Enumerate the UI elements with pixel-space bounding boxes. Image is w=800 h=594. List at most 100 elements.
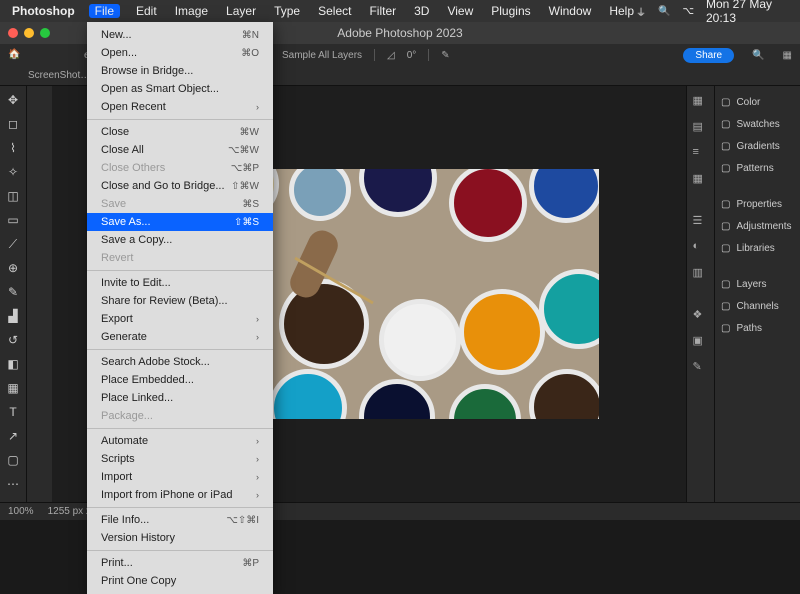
menu-item-print-one-copy[interactable]: Print One Copy xyxy=(87,572,273,590)
panel-color[interactable]: ▢Color xyxy=(721,94,794,110)
menu-item-open-as-smart-object[interactable]: Open as Smart Object... xyxy=(87,80,273,98)
menu-filter[interactable]: Filter xyxy=(367,4,398,18)
menu-item-file-info[interactable]: File Info...⌥⇧⌘I xyxy=(87,511,273,529)
menu-help[interactable]: Help xyxy=(607,4,636,18)
rail-swatches-icon[interactable]: ▤ xyxy=(693,120,709,136)
stamp-tool-icon[interactable]: ▟ xyxy=(5,308,21,324)
pressure-icon[interactable]: ✎ xyxy=(441,50,449,61)
tools-extra-column xyxy=(26,86,52,502)
menu-3d[interactable]: 3D xyxy=(412,4,431,18)
menu-item-place-linked[interactable]: Place Linked... xyxy=(87,389,273,407)
search-icon[interactable]: 🔍 xyxy=(752,50,764,61)
heal-tool-icon[interactable]: ⊕ xyxy=(5,260,21,276)
panel-paths[interactable]: ▢Paths xyxy=(721,320,794,336)
menu-item-place-embedded[interactable]: Place Embedded... xyxy=(87,371,273,389)
panel-adjustments[interactable]: ▢Adjustments xyxy=(721,218,794,234)
menu-image[interactable]: Image xyxy=(173,4,210,18)
menu-item-new[interactable]: New...⌘N xyxy=(87,26,273,44)
share-button[interactable]: Share xyxy=(683,48,734,63)
wifi-icon: ⏚ xyxy=(636,4,646,19)
rail-patterns-icon[interactable]: ▦ xyxy=(693,172,709,188)
history-brush-icon[interactable]: ↺ xyxy=(5,332,21,348)
gradients-icon: ▢ xyxy=(721,141,730,152)
gradient-tool-icon[interactable]: ▦ xyxy=(5,380,21,396)
eraser-tool-icon[interactable]: ◧ xyxy=(5,356,21,372)
patterns-icon: ▢ xyxy=(721,163,730,174)
menu-type[interactable]: Type xyxy=(272,4,302,18)
more-tools-icon[interactable]: ⋯ xyxy=(5,476,21,492)
menu-item-version-history[interactable]: Version History xyxy=(87,529,273,547)
wand-tool-icon[interactable]: ✧ xyxy=(5,164,21,180)
options-angle[interactable]: 0° xyxy=(407,50,417,61)
menu-item-share-for-review-beta[interactable]: Share for Review (Beta)... xyxy=(87,292,273,310)
menu-layer[interactable]: Layer xyxy=(224,4,258,18)
paint-cup xyxy=(539,269,599,349)
menu-item-generate[interactable]: Generate› xyxy=(87,328,273,346)
brush-tool-icon[interactable]: ✎ xyxy=(5,284,21,300)
menu-item-close[interactable]: Close⌘W xyxy=(87,123,273,141)
menu-item-close-all[interactable]: Close All⌥⌘W xyxy=(87,141,273,159)
menu-item-save: Save⌘S xyxy=(87,195,273,213)
path-tool-icon[interactable]: ↗ xyxy=(5,428,21,444)
panel-properties[interactable]: ▢Properties xyxy=(721,196,794,212)
menu-item-save-as[interactable]: Save As...⇧⌘S xyxy=(87,213,273,231)
panel-channels[interactable]: ▢Channels xyxy=(721,298,794,314)
panel-labels: ▢Color ▢Swatches ▢Gradients ▢Patterns ▢Prope… xyxy=(714,86,800,502)
rail-adjustments-icon[interactable]: ◐ xyxy=(693,240,709,256)
paint-cup xyxy=(289,169,351,221)
eyedropper-tool-icon[interactable]: ⟋ xyxy=(5,236,21,252)
menu-edit[interactable]: Edit xyxy=(134,4,159,18)
channels-icon: ▢ xyxy=(721,301,730,312)
panel-swatches[interactable]: ▢Swatches xyxy=(721,116,794,132)
menu-item-open[interactable]: Open...⌘O xyxy=(87,44,273,62)
shape-tool-icon[interactable]: ▢ xyxy=(5,452,21,468)
paint-cup xyxy=(359,169,437,217)
menu-item-save-a-copy[interactable]: Save a Copy... xyxy=(87,231,273,249)
menu-plugins[interactable]: Plugins xyxy=(489,4,532,18)
workspace-icon[interactable]: ▦ xyxy=(783,50,792,61)
rail-properties-icon[interactable]: ☰ xyxy=(693,214,709,230)
menu-item-scripts[interactable]: Scripts› xyxy=(87,450,273,468)
menu-item-import[interactable]: Import› xyxy=(87,468,273,486)
menu-item-browse-in-bridge[interactable]: Browse in Bridge... xyxy=(87,62,273,80)
home-icon[interactable]: 🏠 xyxy=(8,49,20,61)
menu-item-import-from-iphone-or-ipad[interactable]: Import from iPhone or iPad› xyxy=(87,486,273,504)
panel-gradients[interactable]: ▢Gradients xyxy=(721,138,794,154)
rail-layers-icon[interactable]: ❖ xyxy=(693,308,709,324)
adjustments-icon: ▢ xyxy=(721,221,730,232)
move-tool-icon[interactable]: ✥ xyxy=(5,92,21,108)
menu-view[interactable]: View xyxy=(445,4,475,18)
crop-tool-icon[interactable]: ◫ xyxy=(5,188,21,204)
rail-paths-icon[interactable]: ✎ xyxy=(693,360,709,376)
tools-panel: ✥ ◻ ⌇ ✧ ◫ ▭ ⟋ ⊕ ✎ ▟ ↺ ◧ ▦ T ↗ ▢ ⋯ xyxy=(0,86,26,502)
rail-channels-icon[interactable]: ▣ xyxy=(693,334,709,350)
panel-layers[interactable]: ▢Layers xyxy=(721,276,794,292)
libraries-icon: ▢ xyxy=(721,243,730,254)
menu-select[interactable]: Select xyxy=(316,4,353,18)
panel-patterns[interactable]: ▢Patterns xyxy=(721,160,794,176)
paths-icon: ▢ xyxy=(721,323,730,334)
zoom-level[interactable]: 100% xyxy=(8,506,34,517)
paint-cup xyxy=(359,379,435,419)
panel-libraries[interactable]: ▢Libraries xyxy=(721,240,794,256)
menu-item-open-recent[interactable]: Open Recent› xyxy=(87,98,273,116)
menu-item-print[interactable]: Print...⌘P xyxy=(87,554,273,572)
type-tool-icon[interactable]: T xyxy=(5,404,21,420)
menu-item-close-and-go-to-bridge[interactable]: Close and Go to Bridge...⇧⌘W xyxy=(87,177,273,195)
menu-window[interactable]: Window xyxy=(547,4,594,18)
paint-cup xyxy=(379,299,461,381)
rail-color-icon[interactable]: ▦ xyxy=(693,94,709,110)
menu-item-automate[interactable]: Automate› xyxy=(87,432,273,450)
window-traffic-lights[interactable] xyxy=(8,28,50,38)
menu-item-search-adobe-stock[interactable]: Search Adobe Stock... xyxy=(87,353,273,371)
menu-item-export[interactable]: Export› xyxy=(87,310,273,328)
marquee-tool-icon[interactable]: ◻ xyxy=(5,116,21,132)
frame-tool-icon[interactable]: ▭ xyxy=(5,212,21,228)
paint-cup xyxy=(529,369,599,419)
paint-cup xyxy=(269,369,347,419)
lasso-tool-icon[interactable]: ⌇ xyxy=(5,140,21,156)
menu-file[interactable]: File xyxy=(89,4,120,18)
rail-libraries-icon[interactable]: ▥ xyxy=(693,266,709,282)
rail-gradients-icon[interactable]: ≡ xyxy=(693,146,709,162)
menu-item-invite-to-edit[interactable]: Invite to Edit... xyxy=(87,274,273,292)
